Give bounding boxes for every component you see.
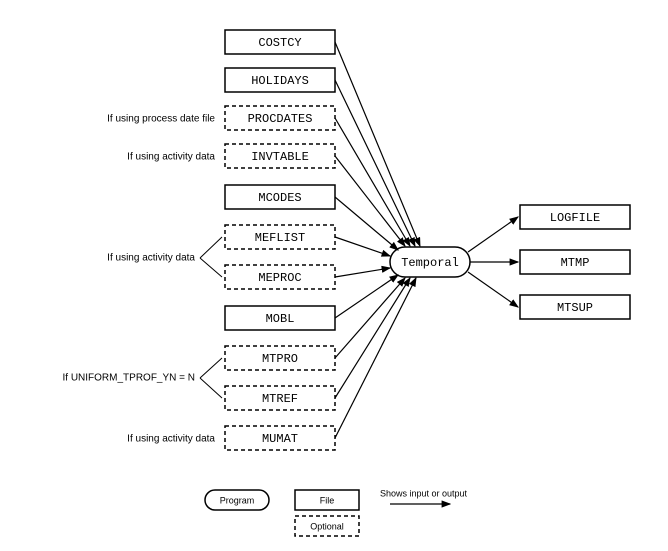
input-label-mtref: MTREF — [262, 392, 298, 406]
cond-mumat: If using activity data — [127, 434, 215, 445]
arrow-meflist — [335, 237, 390, 256]
output-label-logfile: LOGFILE — [550, 211, 600, 225]
input-label-mtpro: MTPRO — [262, 352, 298, 366]
input-mobl: MOBL — [225, 306, 335, 330]
arrow-procdates — [335, 118, 410, 246]
input-costcy: COSTCY — [225, 30, 335, 54]
input-label-meproc: MEPROC — [258, 271, 301, 285]
input-procdates: PROCDATES — [225, 106, 335, 130]
input-label-mcodes: MCODES — [258, 191, 301, 205]
input-label-mumat: MUMAT — [262, 432, 298, 446]
cond-group-uniform-label: If UNIFORM_TPROF_YN = N — [62, 373, 195, 384]
arrow-mtref — [335, 278, 410, 398]
program-label: Temporal — [401, 256, 459, 270]
input-label-holidays: HOLIDAYS — [251, 74, 309, 88]
legend-arrow-label: Shows input or output — [380, 488, 468, 498]
arrow-invtable — [335, 156, 405, 246]
cond-procdates: If using process date file — [107, 114, 215, 125]
input-mcodes: MCODES — [225, 185, 335, 209]
arrow-meproc — [335, 268, 390, 277]
arrow-holidays — [335, 80, 415, 246]
output-mtsup: MTSUP — [520, 295, 630, 319]
input-meflist: MEFLIST — [225, 225, 335, 249]
arrow-costcy — [335, 42, 420, 246]
input-label-mobl: MOBL — [266, 312, 295, 326]
arrow-mcodes — [335, 197, 398, 250]
arrow-out-logfile — [468, 217, 518, 252]
cond-invtable: If using activity data — [127, 152, 215, 163]
input-label-costcy: COSTCY — [258, 36, 301, 50]
output-mtmp: MTMP — [520, 250, 630, 274]
input-mtref: MTREF — [225, 386, 335, 410]
arrow-mtpro — [335, 278, 405, 358]
input-label-procdates: PROCDATES — [248, 112, 313, 126]
legend: Program File Optional Shows input or out… — [205, 488, 468, 536]
input-holidays: HOLIDAYS — [225, 68, 335, 92]
arrow-out-mtsup — [468, 272, 518, 307]
cond-group-uniform: If UNIFORM_TPROF_YN = N — [62, 358, 222, 398]
legend-program-label: Program — [220, 495, 255, 505]
legend-file-label: File — [320, 495, 335, 505]
input-label-meflist: MEFLIST — [255, 231, 305, 245]
input-mtpro: MTPRO — [225, 346, 335, 370]
cond-group-activity: If using activity data — [107, 237, 222, 277]
output-label-mtmp: MTMP — [561, 256, 590, 270]
cond-group-activity-label: If using activity data — [107, 253, 195, 264]
input-mumat: MUMAT — [225, 426, 335, 450]
input-label-invtable: INVTABLE — [251, 150, 309, 164]
output-logfile: LOGFILE — [520, 205, 630, 229]
input-meproc: MEPROC — [225, 265, 335, 289]
output-label-mtsup: MTSUP — [557, 301, 593, 315]
legend-optional-label: Optional — [310, 521, 344, 531]
input-invtable: INVTABLE — [225, 144, 335, 168]
arrow-mumat — [335, 278, 416, 438]
